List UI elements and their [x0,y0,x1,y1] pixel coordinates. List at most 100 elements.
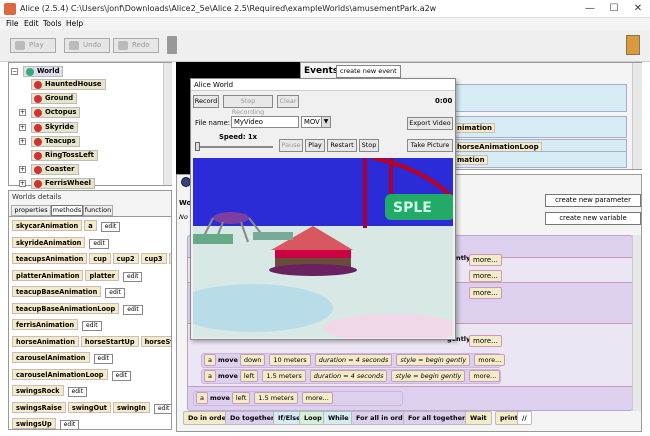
direction-param[interactable]: down [239,354,266,366]
play-button[interactable]: Play [10,38,56,53]
amount-param[interactable]: 1.5 meters [254,392,298,404]
method-param[interactable]: cup4 [168,253,171,264]
minimize-icon[interactable]: — [578,0,602,18]
control-block[interactable]: For all together [403,411,471,425]
menu-help[interactable]: Help [66,19,83,28]
events-scrollbar[interactable] [632,63,642,169]
control-block[interactable]: Wait [465,411,492,425]
method-name[interactable]: ferrisAnimation [12,319,79,330]
record-button[interactable]: Record [193,95,219,108]
method-param[interactable]: a [84,220,97,231]
expand-icon[interactable]: + [19,137,26,145]
control-block[interactable]: While [323,411,354,425]
statement-object[interactable]: a [196,392,208,404]
method-name[interactable]: skycarAnimation [12,220,83,231]
more-button[interactable]: more... [474,354,506,366]
method-name[interactable]: swingsRaise [12,401,66,413]
method-name[interactable]: teacupBaseAnimationLoop [12,302,120,314]
expand-icon[interactable]: − [11,68,18,75]
export-video-button[interactable]: Export Video [407,117,453,130]
expand-icon[interactable]: + [19,123,26,131]
more-button[interactable]: more... [469,370,501,382]
method-name[interactable]: platterAnimation [12,269,84,281]
scene-render[interactable]: SPLE [193,158,453,338]
style-param[interactable]: style = begin gently [391,370,466,382]
event-block[interactable]: nimation [451,116,627,138]
edit-method-button[interactable]: edit [105,288,125,298]
more-button[interactable]: more... [469,335,502,347]
statement-object[interactable]: a [204,354,216,366]
edit-method-button[interactable]: edit [82,321,102,331]
take-picture-button[interactable]: Take Picture [407,139,453,152]
method-name[interactable]: teacupBaseAnimation [12,286,102,297]
code-statement[interactable]: a move left 1.5 meters more... [193,391,403,406]
control-block[interactable]: // [517,411,532,425]
stop-button[interactable]: Stop [359,139,379,152]
duration-param[interactable]: duration = 4 seconds [314,354,393,366]
file-name-input[interactable]: MyVideo [231,116,299,128]
method-name[interactable]: swingsRock [12,385,64,396]
tab-properties[interactable]: properties [11,205,51,216]
method-name[interactable]: horseAnimation [12,335,79,347]
expand-icon[interactable]: + [19,180,26,188]
method-name[interactable]: carouselAnimation [12,352,90,363]
edit-method-button[interactable]: edit [89,238,109,249]
tab-methods[interactable]: methods [51,205,83,216]
direction-param[interactable]: left [231,392,251,404]
method-param[interactable]: swingIn [112,401,150,413]
restart-button[interactable]: Restart [327,139,357,152]
method-name[interactable]: teacupsAnimation [12,253,88,264]
create-event-button[interactable]: create new event [336,65,401,78]
clear-button[interactable]: Clear [277,95,299,108]
format-select[interactable]: MOV ▼ [301,116,331,128]
method-param[interactable]: cup3 [140,253,167,264]
more-button[interactable]: more... [469,254,502,266]
code-statement[interactable]: a move left 1.5 meters duration = 4 seconds s… [201,369,501,384]
more-button[interactable]: more... [469,270,502,282]
event-block[interactable] [451,84,627,112]
code-statement[interactable]: a move down 10 meters duration = 4 seconds st… [201,353,506,368]
amount-param[interactable]: 10 meters [269,354,311,366]
method-name[interactable]: carouselAnimationLoop [12,368,108,380]
menu-file[interactable]: File [6,19,19,28]
style-param[interactable]: style = begin gently [396,354,471,366]
redo-button[interactable]: Redo [113,38,159,53]
edit-method-button[interactable]: edit [67,387,88,397]
method-name[interactable]: skyrideAnimation [12,236,86,248]
close-icon[interactable]: ✕ [626,0,650,18]
create-parameter-button[interactable]: create new parameter [545,194,641,207]
control-block[interactable]: Do together [225,411,280,425]
statement-object[interactable]: a [204,370,216,382]
method-param[interactable]: horseStartDow [140,335,171,347]
method-param[interactable]: cup2 [112,253,139,264]
expand-icon[interactable]: + [19,109,26,117]
edit-method-button[interactable]: edit [122,271,143,282]
clipboard-icon[interactable] [626,35,640,55]
slider-thumb[interactable] [195,142,200,151]
edit-method-button[interactable]: edit [100,222,121,232]
edit-method-button[interactable]: edit [59,420,80,429]
event-block[interactable]: mation [451,151,627,168]
editor-scrollbar[interactable] [632,235,641,411]
method-name[interactable]: swingsUp [12,418,56,429]
edit-method-button[interactable]: edit [153,403,171,414]
method-param[interactable]: swingOut [67,401,111,413]
menu-edit[interactable]: Edit [24,19,39,28]
method-param[interactable]: horseStartUp [80,335,139,347]
maximize-icon[interactable]: ☐ [602,0,626,18]
more-button[interactable]: more... [301,392,333,404]
method-param[interactable]: cup [89,253,111,264]
menu-tools[interactable]: Tools [43,19,61,28]
trash-icon[interactable] [167,36,177,54]
undo-button[interactable]: Undo [64,38,110,53]
tree-scrollbar[interactable] [163,63,172,185]
amount-param[interactable]: 1.5 meters [262,370,306,382]
event-method-chip[interactable]: mation [454,155,488,165]
direction-param[interactable]: left [239,370,259,382]
edit-method-button[interactable]: edit [123,304,143,315]
stop-recording-button[interactable]: Stop Recording [223,95,273,116]
pause-button[interactable]: Pause [279,139,303,152]
more-button[interactable]: more... [469,287,502,299]
method-param[interactable]: platter [85,269,119,281]
play-world-button[interactable]: Play [305,139,325,152]
